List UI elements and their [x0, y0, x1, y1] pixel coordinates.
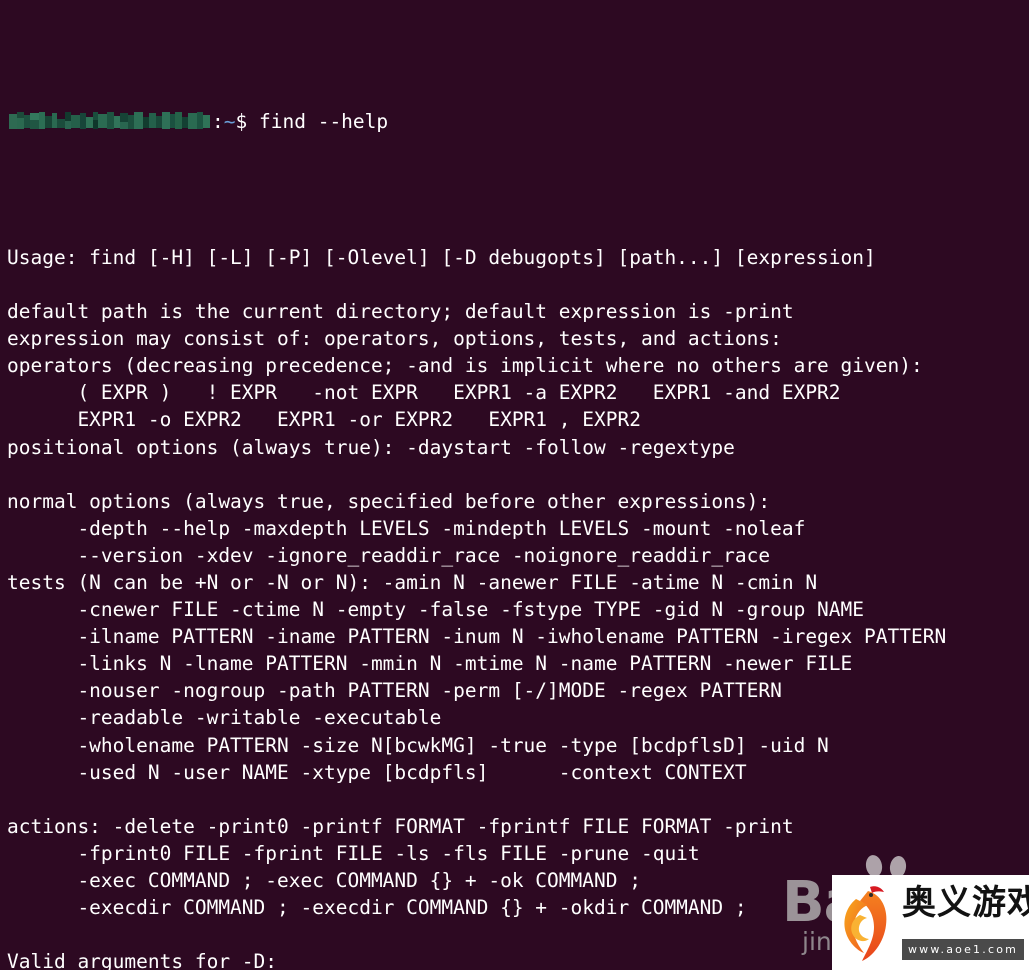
terminal-prompt-line: :~$ find --help	[0, 108, 1029, 135]
aoe-url-bar: www.aoe1.com	[902, 939, 1024, 960]
terminal-output-line: expression may consist of: operators, op…	[7, 327, 782, 351]
terminal-output-line: -links N -lname PATTERN -mmin N -mtime N…	[7, 652, 853, 676]
terminal-output-line: -readable -writable -executable	[7, 706, 442, 730]
terminal-output-line: tests (N can be +N or -N or N): -amin N …	[7, 570, 818, 594]
terminal-output-line: ( EXPR ) ! EXPR -not EXPR EXPR1 -a EXPR2…	[7, 381, 841, 405]
terminal-output-line: -fprint0 FILE -fprint FILE -ls -fls FILE…	[7, 841, 700, 865]
prompt-separator: :	[212, 110, 224, 134]
prompt-command: find --help	[247, 110, 388, 133]
aoe-site-name: 奥义游戏网	[902, 883, 1029, 923]
aoe-url-text: www.aoe1.com	[907, 943, 1019, 956]
terminal-output-line: -depth --help -maxdepth LEVELS -mindepth…	[7, 516, 806, 540]
prompt-path: ~	[223, 110, 236, 134]
terminal-output-line: actions: -delete -print0 -printf FORMAT …	[7, 814, 794, 838]
terminal-output-line: -nouser -nogroup -path PATTERN -perm [-/…	[7, 679, 782, 703]
terminal-output-line: operators (decreasing precedence; -and i…	[7, 354, 923, 378]
terminal-output-line: Usage: find [-H] [-L] [-P] [-Olevel] [-D…	[7, 245, 876, 269]
redacted-user-host	[7, 111, 212, 132]
terminal-output-line: -cnewer FILE -ctime N -empty -false -fst…	[7, 598, 865, 622]
prompt-command-text: find --help	[259, 110, 389, 134]
terminal-output: Usage: find [-H] [-L] [-P] [-Olevel] [-D…	[0, 244, 1029, 970]
mosaic-redaction-icon	[7, 111, 212, 132]
prompt-sigil: $	[235, 110, 248, 134]
terminal-output-line: -wholename PATTERN -size N[bcwkMG] -true…	[7, 733, 829, 757]
phoenix-bird-icon	[844, 886, 887, 961]
terminal-output-line: EXPR1 -o EXPR2 EXPR1 -or EXPR2 EXPR1 , E…	[7, 408, 641, 432]
terminal-output-line: normal options (always true, specified b…	[7, 489, 771, 513]
terminal-output-line: positional options (always true): -dayst…	[7, 435, 735, 459]
terminal-output-line: default path is the current directory; d…	[7, 300, 794, 324]
terminal-output-line: -used N -user NAME -xtype [bcdpfls] -con…	[7, 760, 747, 784]
terminal-output-line: -ilname PATTERN -iname PATTERN -inum N -…	[7, 625, 947, 649]
terminal-output-line: --version -xdev -ignore_readdir_race -no…	[7, 543, 771, 567]
aoe-site-logo-watermark: 奥义游戏网 www.aoe1.com	[832, 875, 1029, 970]
terminal-window[interactable]: :~$ find --help Usage: find [-H] [-L] [-…	[0, 0, 1029, 970]
